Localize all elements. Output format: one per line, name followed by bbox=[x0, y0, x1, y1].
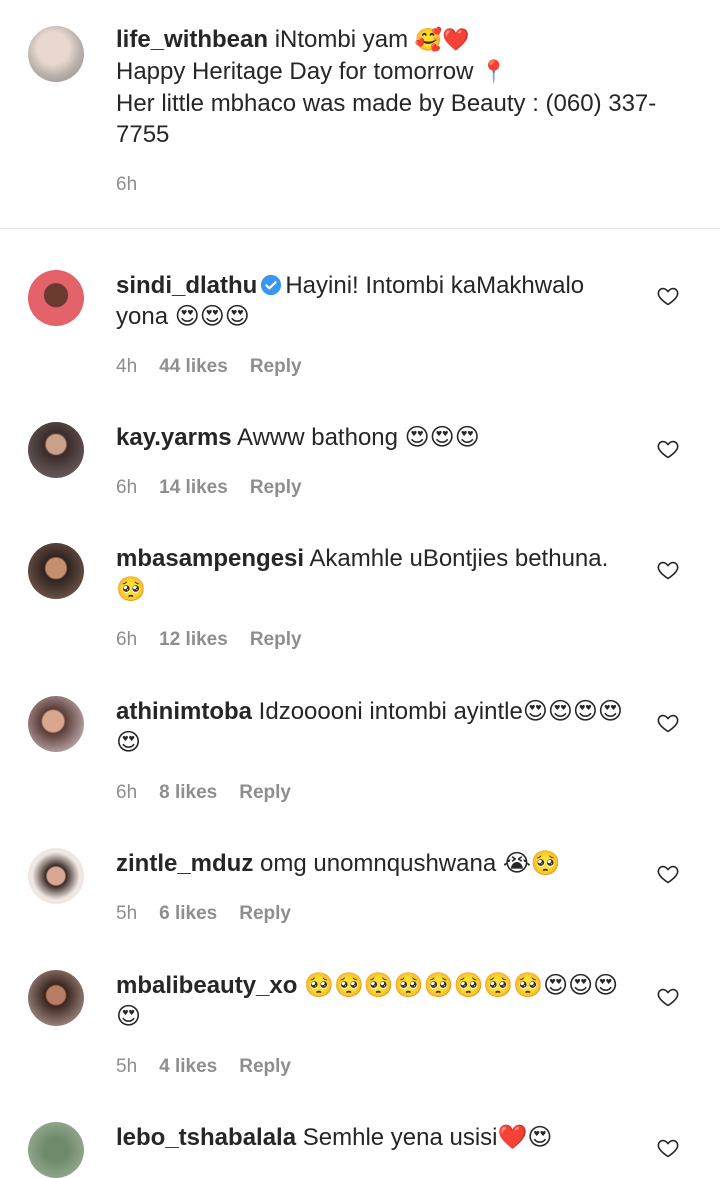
heart-outline-icon[interactable] bbox=[656, 862, 680, 886]
comment-text: sindi_dlathu Hayini! Intombi kaMakhwalo y… bbox=[116, 270, 636, 332]
comment-likes[interactable]: 44 likes bbox=[159, 356, 228, 378]
comment-username[interactable]: mbasampengesi bbox=[116, 545, 304, 572]
comment-meta: 4h 44 likes Reply bbox=[116, 356, 302, 378]
comment-likes[interactable]: 14 likes bbox=[159, 477, 228, 499]
caption-line3: Her little mbhaco was made by Beauty : (… bbox=[116, 90, 657, 148]
reply-button[interactable]: Reply bbox=[250, 629, 302, 651]
avatar[interactable] bbox=[28, 422, 84, 478]
heart-outline-icon[interactable] bbox=[656, 558, 680, 582]
comment-body: omg unomnqushwana 😭🥺 bbox=[260, 850, 561, 877]
reply-button[interactable]: Reply bbox=[239, 782, 291, 804]
comment-text: athinimtoba Idzooooni intombi ayintle😍😍😍… bbox=[116, 696, 636, 758]
comment-likes[interactable]: 8 likes bbox=[159, 782, 217, 804]
reply-button[interactable]: Reply bbox=[250, 477, 302, 499]
reply-button[interactable]: Reply bbox=[239, 1056, 291, 1078]
avatar[interactable] bbox=[28, 696, 84, 752]
comment-text: zintle_mduz omg unomnqushwana 😭🥺 bbox=[116, 848, 636, 879]
comment-likes[interactable]: 4 likes bbox=[159, 1056, 217, 1078]
heart-outline-icon[interactable] bbox=[656, 437, 680, 461]
caption-line2-emoji: 📍 bbox=[480, 60, 508, 85]
heart-outline-icon[interactable] bbox=[656, 985, 680, 1009]
comment-meta: 6h 8 likes Reply bbox=[116, 782, 291, 804]
comment-username[interactable]: sindi_dlathu bbox=[116, 272, 257, 299]
heart-outline-icon[interactable] bbox=[656, 711, 680, 735]
caption-username[interactable]: life_withbean bbox=[116, 26, 268, 53]
comment-text: kay.yarms Awww bathong 😍😍😍 bbox=[116, 422, 636, 453]
comment-username[interactable]: athinimtoba bbox=[116, 698, 252, 725]
comment-body: Semhle yena usisi❤️😍 bbox=[302, 1124, 553, 1151]
comment-username[interactable]: zintle_mduz bbox=[116, 850, 253, 877]
avatar[interactable] bbox=[28, 270, 84, 326]
reply-button[interactable]: Reply bbox=[239, 903, 291, 925]
comment-meta: 6h 14 likes Reply bbox=[116, 477, 302, 499]
caption-line1: iNtombi yam bbox=[274, 26, 409, 53]
comment-meta: 6h 12 likes Reply bbox=[116, 629, 302, 651]
comment-body: Awww bathong 😍😍😍 bbox=[237, 424, 480, 451]
comment-meta: 5h 4 likes Reply bbox=[116, 1056, 291, 1078]
avatar[interactable] bbox=[28, 26, 84, 82]
comment-text: mbasampengesi Akamhle uBontjies bethuna.… bbox=[116, 543, 636, 605]
caption-line2: Happy Heritage Day for tomorrow bbox=[116, 58, 474, 85]
comment-text: mbalibeauty_xo 🥺🥺🥺🥺🥺🥺🥺🥺😍😍😍😍 bbox=[116, 970, 636, 1032]
caption-time: 6h bbox=[116, 174, 138, 195]
comment-likes[interactable]: 12 likes bbox=[159, 629, 228, 651]
avatar[interactable] bbox=[28, 1122, 84, 1178]
comment-time: 6h bbox=[116, 629, 138, 650]
comment-time: 5h bbox=[116, 903, 138, 924]
heart-outline-icon[interactable] bbox=[656, 1136, 680, 1160]
comment-time: 6h bbox=[116, 782, 138, 803]
comment-time: 5h bbox=[116, 1056, 138, 1077]
divider bbox=[0, 228, 720, 229]
heart-outline-icon[interactable] bbox=[656, 284, 680, 308]
comment-username[interactable]: kay.yarms bbox=[116, 424, 232, 451]
comment-text: lebo_tshabalala Semhle yena usisi❤️😍 bbox=[116, 1122, 636, 1153]
comment-meta: 5h 6 likes Reply bbox=[116, 903, 291, 925]
caption-text: life_withbean iNtombi yam 🥰❤️ Happy Heri… bbox=[116, 24, 676, 150]
comment-time: 6h bbox=[116, 477, 138, 498]
avatar[interactable] bbox=[28, 848, 84, 904]
comment-username[interactable]: mbalibeauty_xo bbox=[116, 972, 297, 999]
comment-time: 4h bbox=[116, 356, 138, 377]
post-caption: life_withbean iNtombi yam 🥰❤️ Happy Heri… bbox=[0, 0, 720, 228]
avatar[interactable] bbox=[28, 543, 84, 599]
comment-likes[interactable]: 6 likes bbox=[159, 903, 217, 925]
reply-button[interactable]: Reply bbox=[250, 356, 302, 378]
verified-badge-icon bbox=[261, 274, 282, 296]
comment-username[interactable]: lebo_tshabalala bbox=[116, 1124, 296, 1151]
avatar[interactable] bbox=[28, 970, 84, 1026]
caption-line1-emoji: 🥰❤️ bbox=[414, 28, 470, 53]
